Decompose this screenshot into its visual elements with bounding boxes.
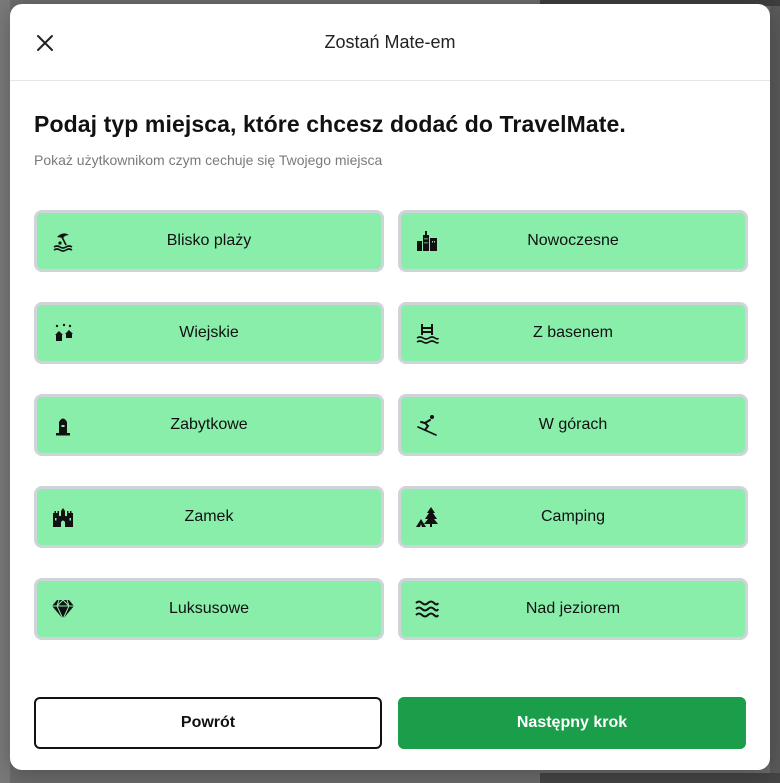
page-subtext: Pokaż użytkownikom czym cechuje się Twoj… [34, 152, 383, 168]
option-zabytkowe[interactable]: Zabytkowe [34, 394, 384, 456]
pool-icon [415, 321, 439, 345]
option-label: Blisko plaży [166, 232, 252, 249]
option-w-gorach[interactable]: W górach [398, 394, 748, 456]
countryside-icon [51, 321, 75, 345]
city-buildings-icon [415, 229, 439, 253]
beach-icon [51, 229, 75, 253]
background-page [0, 0, 10, 783]
page-heading: Podaj typ miejsca, które chcesz dodać do… [34, 111, 626, 137]
modal-header: Zostań Mate-em [10, 4, 770, 81]
background-page-right [770, 0, 780, 783]
camping-icon [415, 505, 439, 529]
lake-waves-icon [415, 597, 439, 621]
option-label: Z basenem [532, 324, 614, 341]
option-luksusowe[interactable]: Luksusowe [34, 578, 384, 640]
option-nowoczesne[interactable]: Nowoczesne [398, 210, 748, 272]
place-type-grid: Blisko plaży Nowoczesne Wiejskie Z basen… [34, 210, 748, 640]
option-camping[interactable]: Camping [398, 486, 748, 548]
skiing-icon [415, 413, 439, 437]
option-label: Zamek [184, 508, 234, 525]
option-label: Luksusowe [168, 600, 250, 617]
modal-footer: Powrót Następny krok [34, 697, 746, 749]
back-button[interactable]: Powrót [34, 697, 382, 749]
diamond-icon [51, 597, 75, 621]
option-label: Nad jeziorem [525, 600, 621, 617]
next-step-button[interactable]: Następny krok [398, 697, 746, 749]
option-label: W górach [538, 416, 608, 433]
option-label: Wiejskie [179, 324, 239, 341]
castle-icon [51, 505, 75, 529]
option-zamek[interactable]: Zamek [34, 486, 384, 548]
option-label: Nowoczesne [527, 232, 619, 249]
option-wiejskie[interactable]: Wiejskie [34, 302, 384, 364]
modal-title: Zostań Mate-em [324, 32, 456, 52]
background-footer-strip [540, 773, 780, 783]
option-blisko-plazy[interactable]: Blisko plaży [34, 210, 384, 272]
option-z-basenem[interactable]: Z basenem [398, 302, 748, 364]
option-label: Camping [540, 508, 606, 525]
option-nad-jeziorem[interactable]: Nad jeziorem [398, 578, 748, 640]
monument-icon [51, 413, 75, 437]
become-mate-modal: Zostań Mate-em Podaj typ miejsca, które … [10, 4, 770, 770]
option-label: Zabytkowe [170, 416, 248, 433]
